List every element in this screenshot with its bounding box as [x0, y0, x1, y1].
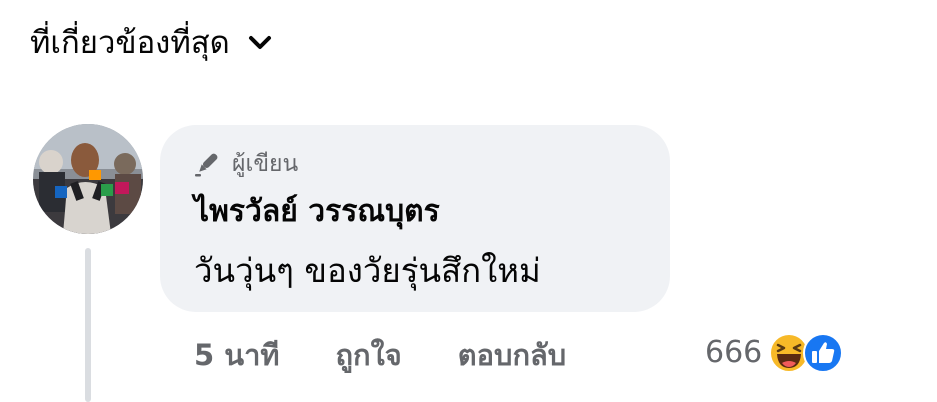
like-thumbs-up-icon [802, 332, 844, 374]
thread-line [85, 248, 91, 402]
author-badge: ผู้เขียน [192, 149, 298, 179]
author-name[interactable]: ไพรวัลย์ วรรณบุตร [194, 190, 440, 234]
avatar[interactable] [33, 124, 143, 234]
comment-actions: 5 นาที ถูกใจ ตอบกลับ [194, 335, 566, 375]
comment-bubble: ผู้เขียน ไพรวัลย์ วรรณบุตร วันวุ่นๆ ของว… [160, 125, 670, 312]
comment-text: วันวุ่นๆ ของวัยรุ่นสึกใหม่ [194, 251, 541, 290]
comment-filter-label: ที่เกี่ยวข้องที่สุด [30, 25, 230, 61]
reply-button[interactable]: ตอบกลับ [458, 335, 566, 375]
reaction-summary[interactable]: 666 [705, 331, 844, 375]
comment-filter-dropdown[interactable]: ที่เกี่ยวข้องที่สุด [30, 20, 274, 66]
author-badge-label: ผู้เขียน [232, 151, 299, 177]
pen-icon [192, 149, 222, 179]
like-button[interactable]: ถูกใจ [336, 335, 402, 375]
comment-section: ที่เกี่ยวข้องที่สุด ผู้เขียน ไพรวัลย์ วร… [0, 0, 937, 402]
chevron-down-icon [246, 29, 274, 57]
comment-timestamp[interactable]: 5 นาที [194, 335, 280, 375]
reaction-count: 666 [705, 335, 763, 370]
